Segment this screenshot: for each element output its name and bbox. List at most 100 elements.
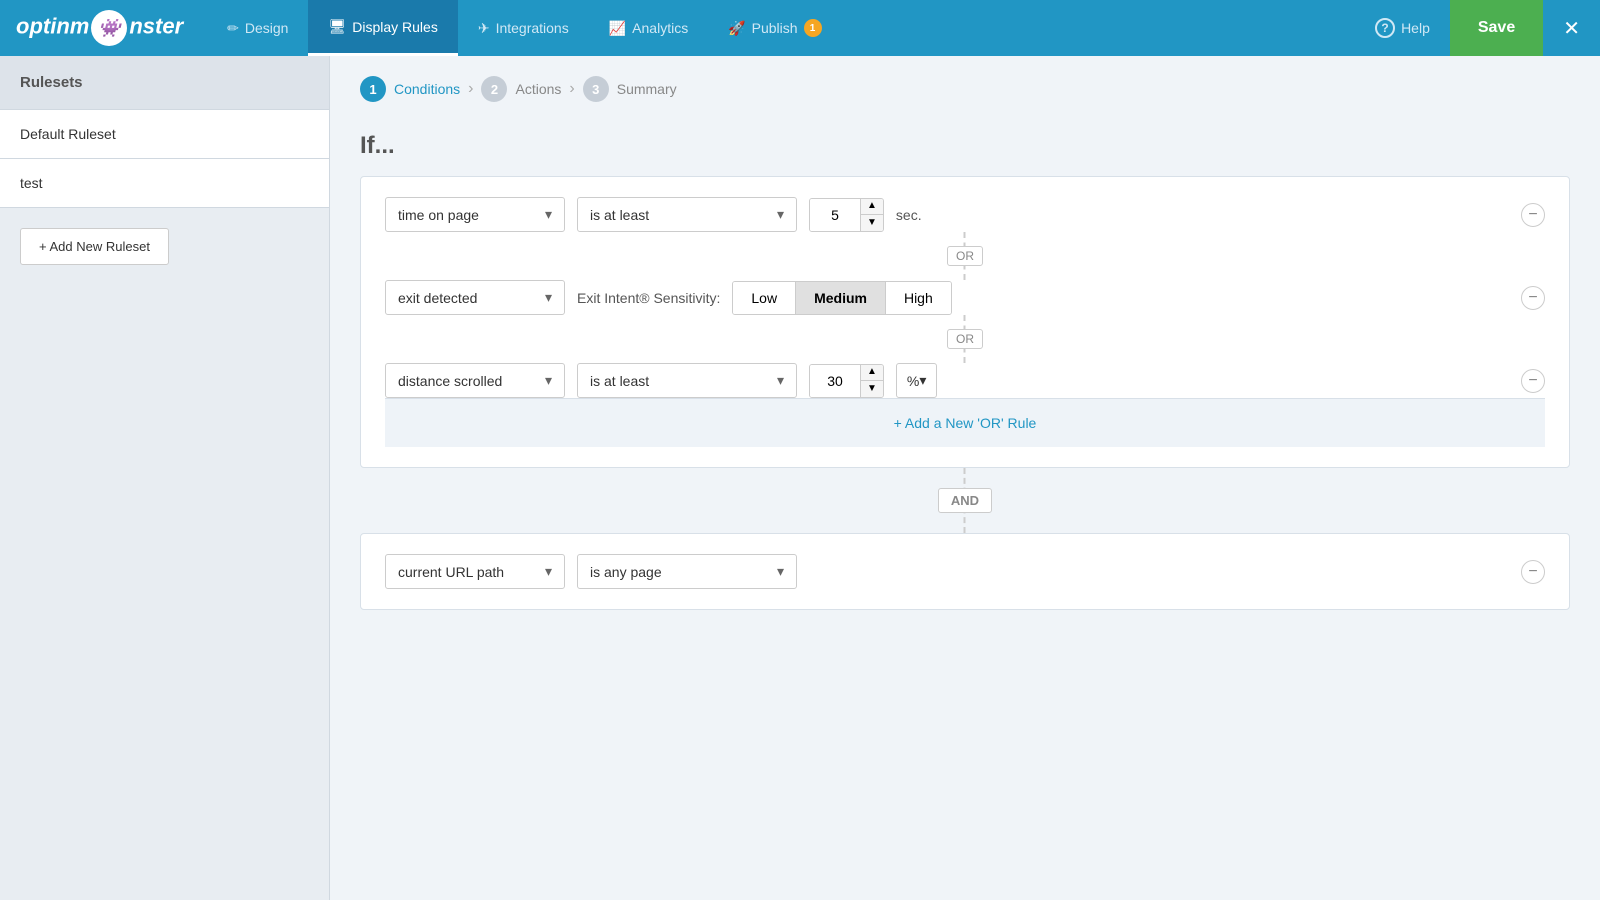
integrations-icon: ✈ — [478, 20, 490, 37]
spin-up-3[interactable]: ▲ — [861, 365, 883, 382]
number-input-wrap-3: ▲ ▼ — [809, 364, 884, 398]
condition-value-3: distance scrolled — [398, 373, 502, 389]
chevron-down-icon-5: ▾ — [777, 372, 784, 389]
header: optinm👾nster ✏ Design 🖥 Display Rules ✈ … — [0, 0, 1600, 56]
nav-display-rules[interactable]: 🖥 Display Rules — [308, 0, 457, 56]
help-label: Help — [1401, 20, 1430, 36]
rule-block-1: time on page ▾ is at least ▾ ▲ ▼ sec. − — [360, 176, 1570, 468]
sidebar-item-test[interactable]: test — [0, 159, 329, 208]
remove-rule-3[interactable]: − — [1521, 369, 1545, 393]
nav-design-label: Design — [245, 20, 289, 36]
add-ruleset-button[interactable]: + Add New Ruleset — [20, 228, 169, 265]
operator-value-3: is at least — [590, 373, 649, 389]
and-separator: AND — [360, 468, 1570, 533]
and-badge: AND — [938, 488, 992, 513]
nav-publish[interactable]: 🚀 Publish 1 — [708, 0, 841, 56]
condition-select-2[interactable]: exit detected ▾ — [385, 280, 565, 315]
condition-value-2: exit detected — [398, 290, 477, 306]
condition-select-1[interactable]: time on page ▾ — [385, 197, 565, 232]
rule-row-3: distance scrolled ▾ is at least ▾ ▲ ▼ % — [385, 363, 1545, 398]
or-badge-2: OR — [947, 329, 983, 349]
step-2-label: Actions — [515, 81, 561, 97]
unit-label-1: sec. — [896, 207, 922, 223]
publish-icon: 🚀 — [728, 20, 745, 37]
operator-select-3[interactable]: is at least ▾ — [577, 363, 797, 398]
step-1-num: 1 — [360, 76, 386, 102]
rule-row-2: exit detected ▾ Exit Intent® Sensitivity… — [385, 280, 1545, 315]
chevron-down-icon-3: ▾ — [545, 289, 552, 306]
nav-integrations-label: Integrations — [496, 20, 569, 36]
operator-value-1: is at least — [590, 207, 649, 223]
sensitivity-low[interactable]: Low — [733, 282, 796, 314]
logo: optinm👾nster — [16, 10, 183, 46]
help-button[interactable]: ? Help — [1355, 0, 1450, 56]
remove-rule-1[interactable]: − — [1521, 203, 1545, 227]
rule-block-2: current URL path ▾ is any page ▾ − — [360, 533, 1570, 610]
operator-value-4: is any page — [590, 564, 662, 580]
or-badge-1: OR — [947, 246, 983, 266]
condition-select-4[interactable]: current URL path ▾ — [385, 554, 565, 589]
nav-analytics[interactable]: 📈 Analytics — [589, 0, 708, 56]
percent-select[interactable]: % ▾ — [896, 363, 937, 398]
step-1-label: Conditions — [394, 81, 460, 97]
nav-right: ? Help Save ✕ — [1355, 0, 1600, 56]
remove-rule-2[interactable]: − — [1521, 286, 1545, 310]
spin-down-3[interactable]: ▼ — [861, 381, 883, 397]
sidebar: Rulesets Default Ruleset test + Add New … — [0, 56, 330, 900]
if-label: If... — [360, 132, 1570, 160]
or-separator-1: OR — [385, 232, 1545, 280]
chevron-down-icon-6: ▾ — [919, 372, 926, 389]
add-or-rule-button[interactable]: + Add a New 'OR' Rule — [385, 398, 1545, 447]
nav-publish-label: Publish — [752, 20, 798, 36]
sidebar-item-default-ruleset[interactable]: Default Ruleset — [0, 110, 329, 159]
number-input-wrap-1: ▲ ▼ — [809, 198, 884, 232]
step-2-num: 2 — [481, 76, 507, 102]
nav-bar: ✏ Design 🖥 Display Rules ✈ Integrations … — [207, 0, 1355, 56]
save-button[interactable]: Save — [1450, 0, 1543, 56]
logo-icon: 👾 — [91, 10, 127, 46]
step-arrow-1: › — [468, 80, 473, 98]
sidebar-title: Rulesets — [0, 56, 329, 110]
step-conditions[interactable]: 1 Conditions — [360, 76, 460, 102]
sensitivity-label: Exit Intent® Sensitivity: — [577, 290, 720, 306]
or-separator-2: OR — [385, 315, 1545, 363]
analytics-icon: 📈 — [609, 20, 626, 37]
help-icon: ? — [1375, 18, 1395, 38]
step-3-num: 3 — [583, 76, 609, 102]
condition-select-3[interactable]: distance scrolled ▾ — [385, 363, 565, 398]
percent-value: % — [907, 373, 919, 389]
chevron-down-icon-1: ▾ — [545, 206, 552, 223]
main-content: 1 Conditions › 2 Actions › 3 Summary If.… — [330, 56, 1600, 900]
rule-row-4: current URL path ▾ is any page ▾ − — [385, 554, 1545, 589]
number-input-1[interactable] — [810, 199, 860, 231]
operator-select-4[interactable]: is any page ▾ — [577, 554, 797, 589]
chevron-down-icon-8: ▾ — [777, 563, 784, 580]
step-arrow-2: › — [569, 80, 574, 98]
step-3-label: Summary — [617, 81, 677, 97]
nav-design[interactable]: ✏ Design — [207, 0, 308, 56]
sensitivity-medium[interactable]: Medium — [796, 282, 886, 314]
nav-integrations[interactable]: ✈ Integrations — [458, 0, 589, 56]
close-button[interactable]: ✕ — [1543, 0, 1600, 56]
chevron-down-icon-4: ▾ — [545, 372, 552, 389]
sensitivity-high[interactable]: High — [886, 282, 951, 314]
operator-select-1[interactable]: is at least ▾ — [577, 197, 797, 232]
condition-value-1: time on page — [398, 207, 479, 223]
chevron-down-icon-2: ▾ — [777, 206, 784, 223]
design-icon: ✏ — [227, 20, 239, 37]
publish-badge: 1 — [804, 19, 822, 37]
sensitivity-toggle-group: Low Medium High — [732, 281, 951, 315]
number-input-3[interactable] — [810, 365, 860, 397]
rule-row-1: time on page ▾ is at least ▾ ▲ ▼ sec. − — [385, 197, 1545, 232]
step-actions[interactable]: 2 Actions — [481, 76, 561, 102]
spin-up-1[interactable]: ▲ — [861, 199, 883, 216]
nav-display-rules-label: Display Rules — [352, 19, 438, 35]
chevron-down-icon-7: ▾ — [545, 563, 552, 580]
spin-down-1[interactable]: ▼ — [861, 215, 883, 231]
steps-bar: 1 Conditions › 2 Actions › 3 Summary — [360, 76, 1570, 102]
step-summary[interactable]: 3 Summary — [583, 76, 677, 102]
app-body: Rulesets Default Ruleset test + Add New … — [0, 56, 1600, 900]
remove-rule-4[interactable]: − — [1521, 560, 1545, 584]
spin-btns-1: ▲ ▼ — [860, 199, 883, 231]
display-rules-icon: 🖥 — [328, 18, 346, 35]
